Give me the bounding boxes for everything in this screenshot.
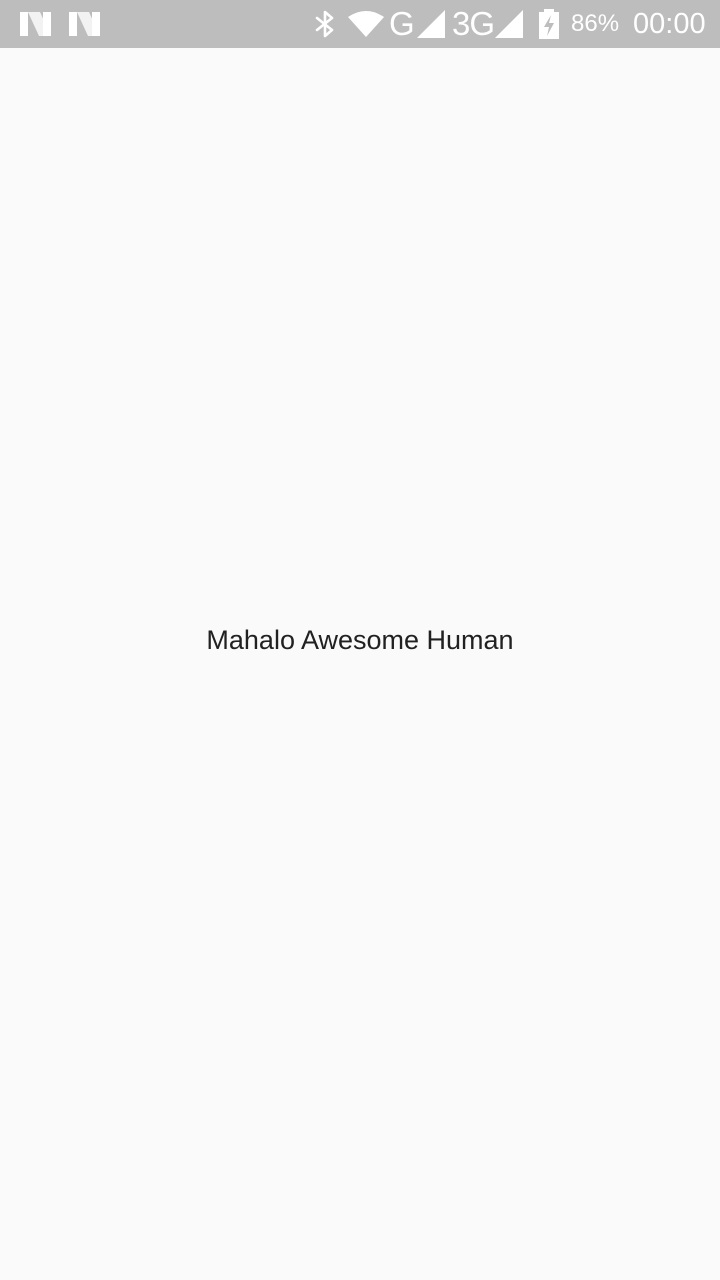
battery-charging-icon (538, 0, 560, 48)
bluetooth-icon (314, 0, 336, 48)
wifi-icon (348, 0, 384, 48)
clock: 00:00 (633, 8, 706, 40)
status-bar: G 3G 86% 00:00 (0, 0, 720, 48)
battery-percentage: 86% (571, 10, 620, 37)
cell-signal-icon (417, 0, 445, 48)
main-content: Mahalo Awesome Human (0, 48, 720, 1280)
notification-n-icon (69, 0, 100, 48)
network-type-label: 3G (452, 5, 495, 42)
notification-n-icon (20, 0, 51, 48)
greeting-message: Mahalo Awesome Human (206, 625, 514, 655)
cell-signal-icon (495, 0, 523, 48)
network-type-label: G (389, 5, 415, 42)
